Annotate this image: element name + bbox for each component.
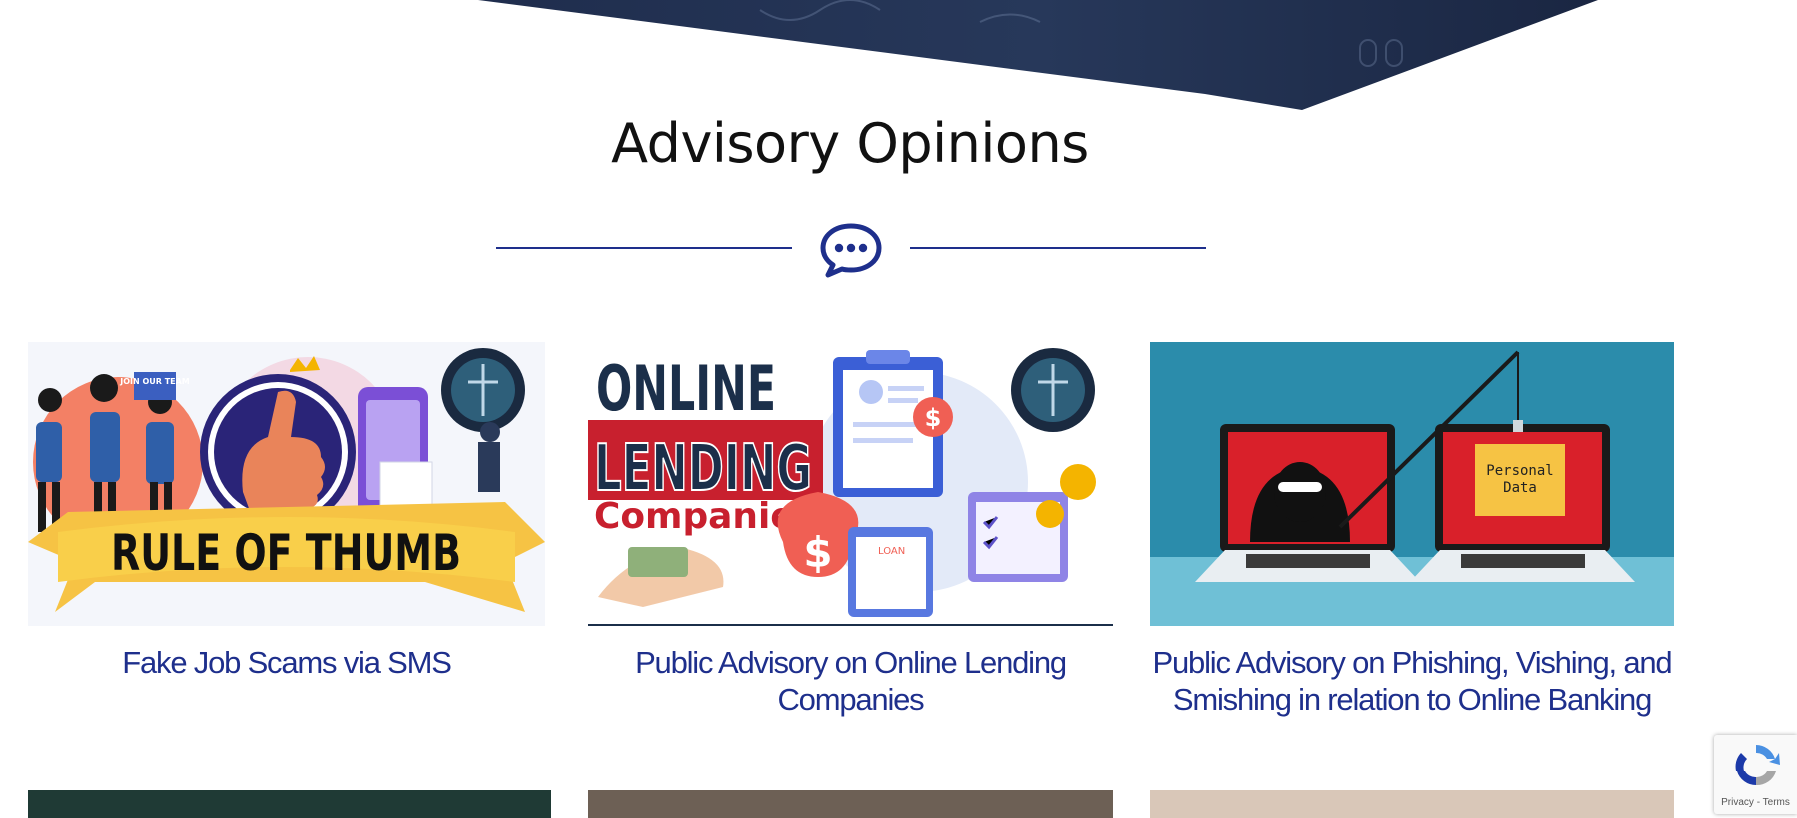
title-divider: [496, 222, 1206, 282]
svg-text:$: $: [925, 404, 942, 432]
advisory-card[interactable]: JOIN OUR TEAM RULE OF THUMB Fake Job Sca…: [28, 342, 545, 681]
image-text-loan: LOAN: [878, 546, 905, 557]
advisory-card-image[interactable]: ONLINE LENDING Companies $ $ LOAN: [588, 342, 1113, 626]
image-text-join: JOIN OUR TEAM: [119, 377, 190, 386]
advisory-card[interactable]: ONLINE LENDING Companies $ $ LOAN Public…: [588, 342, 1113, 718]
divider-line-left: [496, 247, 792, 249]
advisory-card-image-partial[interactable]: [28, 790, 551, 818]
image-text-lending: LENDING: [594, 432, 812, 506]
divider-line-right: [910, 247, 1206, 249]
chat-bubble-icon: [820, 223, 882, 278]
image-text-online: ONLINE: [596, 352, 776, 425]
advisory-card-image-partial[interactable]: [1150, 790, 1674, 818]
recaptcha-icon: [1735, 745, 1780, 786]
advisory-card-image[interactable]: JOIN OUR TEAM RULE OF THUMB: [28, 342, 545, 626]
advisory-card[interactable]: Personal Data Public Advisory on Phishin…: [1150, 342, 1674, 718]
hero-banner-edge: [478, 0, 1598, 110]
advisory-card-image[interactable]: Personal Data: [1150, 342, 1674, 626]
image-text-rule: RULE OF THUMB: [111, 524, 461, 582]
recaptcha-separator: -: [1753, 797, 1763, 808]
image-text-personal: Personal: [1486, 463, 1553, 479]
recaptcha-terms-link[interactable]: Terms: [1763, 797, 1790, 808]
svg-text:$: $: [803, 528, 832, 577]
advisory-card-title[interactable]: Public Advisory on Online Lending Compan…: [588, 644, 1113, 718]
advisory-card-title[interactable]: Fake Job Scams via SMS: [28, 644, 545, 681]
section-title: Advisory Opinions: [611, 112, 1089, 175]
advisory-card-title[interactable]: Public Advisory on Phishing, Vishing, an…: [1150, 644, 1674, 718]
recaptcha-privacy-link[interactable]: Privacy: [1721, 797, 1754, 808]
image-text-data: Data: [1503, 480, 1537, 496]
advisory-card-image-partial[interactable]: [588, 790, 1113, 818]
recaptcha-links: Privacy - Terms: [1714, 797, 1797, 808]
recaptcha-badge[interactable]: Privacy - Terms: [1714, 735, 1797, 814]
